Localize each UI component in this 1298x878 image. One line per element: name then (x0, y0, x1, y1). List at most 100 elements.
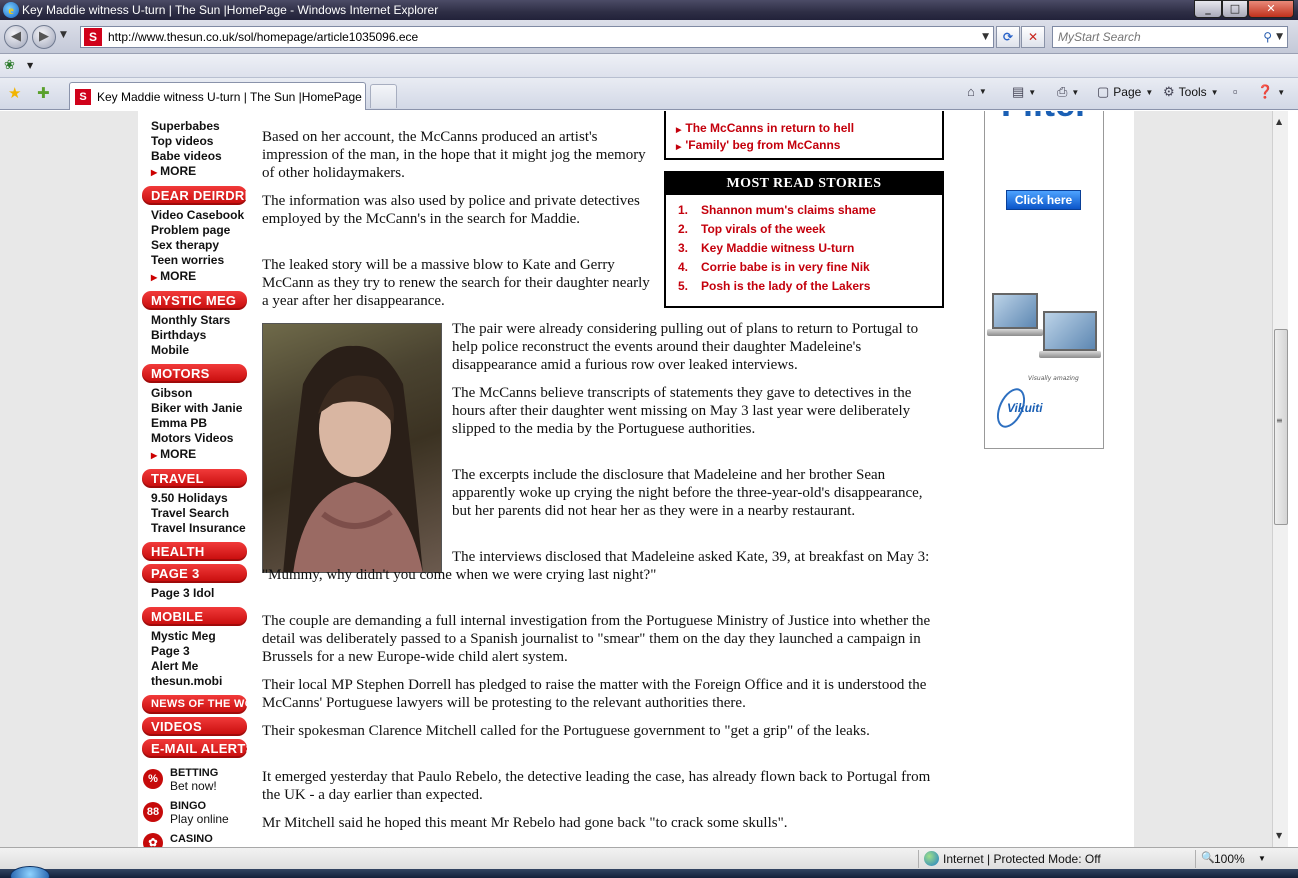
nav-link[interactable]: Travel Insurance (151, 521, 246, 536)
scroll-up-icon[interactable]: ▲ (1276, 117, 1282, 126)
advertisement[interactable]: Filter Click here Visually amazing Vikui… (984, 111, 1104, 449)
search-input[interactable] (1058, 30, 1260, 44)
bingo-title[interactable]: BINGO (170, 800, 206, 812)
gear-icon: ⚙ (1163, 84, 1175, 99)
address-bar[interactable]: S http://www.thesun.co.uk/sol/homepage/a… (80, 26, 994, 48)
addon-toolbar: ❀ ▼ (0, 54, 1298, 78)
nav-link[interactable]: Video Casebook (151, 208, 244, 223)
research-icon: ▫ (1233, 84, 1238, 99)
nav-header-news-of-the-world[interactable]: NEWS OF THE WORLD (142, 695, 277, 714)
nav-link[interactable]: Birthdays (151, 328, 206, 343)
nav-link[interactable]: Monthly Stars (151, 313, 230, 328)
scrollbar-thumb[interactable] (1274, 329, 1288, 525)
most-read-link[interactable]: Corrie babe is in very fine Nik (701, 260, 870, 274)
most-read-number: 4. (678, 260, 689, 274)
window-title: Key Maddie witness U-turn | The Sun |Hom… (22, 3, 439, 17)
nav-link[interactable]: Top videos (151, 134, 213, 149)
new-tab-button[interactable] (370, 84, 397, 108)
refresh-button[interactable]: ⟳ (996, 26, 1020, 48)
feeds-button[interactable]: ▤ ▼ (1012, 84, 1036, 100)
laptop-base (1039, 351, 1101, 358)
tools-menu-label: Tools (1178, 85, 1207, 99)
print-button[interactable]: ⎙ ▼ (1057, 84, 1079, 100)
minimize-button[interactable]: _ (1194, 0, 1222, 18)
bingo-subtitle[interactable]: Play online (170, 812, 229, 826)
search-icon[interactable]: ⚲ (1259, 30, 1276, 44)
nav-header-dear-deirdre[interactable]: DEAR DEIRDRE (142, 186, 253, 205)
related-link[interactable]: The McCanns in return to hell (676, 121, 854, 135)
search-box[interactable]: ⚲ ▼ (1052, 26, 1288, 48)
nav-link[interactable]: Sex therapy (151, 238, 219, 253)
page-viewport: Superbabes Top videos Babe videos MORE D… (0, 111, 1272, 847)
betting-title[interactable]: BETTING (170, 767, 218, 779)
most-read-link[interactable]: Posh is the lady of the Lakers (701, 279, 870, 293)
betting-subtitle[interactable]: Bet now! (170, 779, 217, 793)
url-text[interactable]: http://www.thesun.co.uk/sol/homepage/art… (108, 30, 982, 44)
navigation-bar: ◀ ▶ ▼ S http://www.thesun.co.uk/sol/home… (0, 20, 1298, 54)
research-button[interactable]: ▫ (1233, 84, 1238, 99)
maximize-button[interactable]: □ (1222, 0, 1248, 18)
casino-icon[interactable]: ✿ (143, 833, 163, 847)
history-dropdown-icon[interactable]: ▼ (60, 30, 67, 40)
help-button[interactable]: ❓ ▼ (1257, 84, 1285, 100)
nav-header-email-alerts[interactable]: E-MAIL ALERTS (142, 739, 254, 758)
most-read-link[interactable]: Key Maddie witness U-turn (701, 241, 854, 255)
nav-link[interactable]: Emma PB (151, 416, 207, 431)
nav-header-page-3[interactable]: PAGE 3 (142, 564, 247, 583)
nav-header-motors[interactable]: MOTORS (142, 364, 247, 383)
forward-button[interactable]: ▶ (32, 25, 56, 49)
casino-title[interactable]: CASINO (170, 833, 213, 845)
nav-header-mystic-meg[interactable]: MYSTIC MEG (142, 291, 247, 310)
nav-link[interactable]: Superbabes (151, 119, 220, 134)
stop-button[interactable]: ✕ (1021, 26, 1045, 48)
article-paragraph: The information was also used by police … (262, 193, 640, 227)
nav-header-videos[interactable]: VIDEOS (142, 717, 247, 736)
nav-link[interactable]: 9.50 Holidays (151, 491, 228, 506)
more-link[interactable]: MORE (151, 164, 196, 180)
scroll-down-icon[interactable]: ▼ (1276, 831, 1282, 840)
home-button[interactable]: ⌂ ▼ (967, 84, 987, 99)
nav-link[interactable]: Alert Me (151, 659, 198, 674)
nav-link[interactable]: Travel Search (151, 506, 229, 521)
nav-link[interactable]: thesun.mobi (151, 674, 222, 689)
nav-link[interactable]: Mystic Meg (151, 629, 216, 644)
article-paragraph: Their local MP Stephen Dorrell has pledg… (262, 677, 927, 711)
tools-menu[interactable]: ⚙ Tools ▼ (1163, 84, 1219, 100)
vertical-scrollbar[interactable]: ▲ ≡ ▼ (1272, 111, 1288, 847)
nav-link[interactable]: Biker with Janie (151, 401, 242, 416)
betting-icon[interactable]: % (143, 769, 163, 789)
zoom-level[interactable]: 100% (1214, 852, 1245, 866)
related-link[interactable]: 'Family' beg from McCanns (676, 138, 840, 152)
nav-header-travel[interactable]: TRAVEL (142, 469, 247, 488)
ad-click-here-button[interactable]: Click here (1006, 190, 1081, 210)
add-favorite-icon[interactable]: ✚ (37, 84, 50, 102)
addon-dropdown-icon[interactable]: ▼ (27, 61, 33, 70)
nav-link[interactable]: Motors Videos (151, 431, 233, 446)
address-dropdown-icon[interactable]: ▼ (982, 32, 993, 42)
most-read-box: MOST READ STORIES 1. Shannon mum's claim… (664, 171, 944, 308)
favorites-star-icon[interactable]: ★ (8, 84, 21, 102)
bingo-icon[interactable]: 88 (143, 802, 163, 822)
more-link[interactable]: MORE (151, 269, 196, 285)
security-zone-text[interactable]: Internet | Protected Mode: Off (943, 852, 1101, 866)
nav-link[interactable]: Babe videos (151, 149, 222, 164)
nav-link[interactable]: Problem page (151, 223, 230, 238)
back-button[interactable]: ◀ (4, 25, 28, 49)
zoom-dropdown-icon[interactable]: ▼ (1258, 854, 1266, 863)
nav-link[interactable]: Page 3 Idol (151, 586, 214, 601)
nav-link[interactable]: Gibson (151, 386, 192, 401)
nav-header-mobile[interactable]: MOBILE (142, 607, 247, 626)
nav-link[interactable]: Page 3 (151, 644, 190, 659)
page-menu[interactable]: ▢ Page ▼ (1097, 84, 1153, 100)
zoom-icon[interactable]: 🔍 (1201, 851, 1215, 864)
most-read-link[interactable]: Shannon mum's claims shame (701, 203, 876, 217)
nav-header-health[interactable]: HEALTH (142, 542, 247, 561)
active-tab[interactable]: S Key Maddie witness U-turn | The Sun |H… (69, 82, 366, 110)
most-read-link[interactable]: Top virals of the week (701, 222, 825, 236)
more-link[interactable]: MORE (151, 447, 196, 463)
addon-icon[interactable]: ❀ (4, 58, 15, 73)
close-button[interactable]: ✕ (1248, 0, 1294, 18)
nav-link[interactable]: Mobile (151, 343, 189, 358)
nav-link[interactable]: Teen worries (151, 253, 224, 268)
search-dropdown-icon[interactable]: ▼ (1276, 32, 1287, 42)
